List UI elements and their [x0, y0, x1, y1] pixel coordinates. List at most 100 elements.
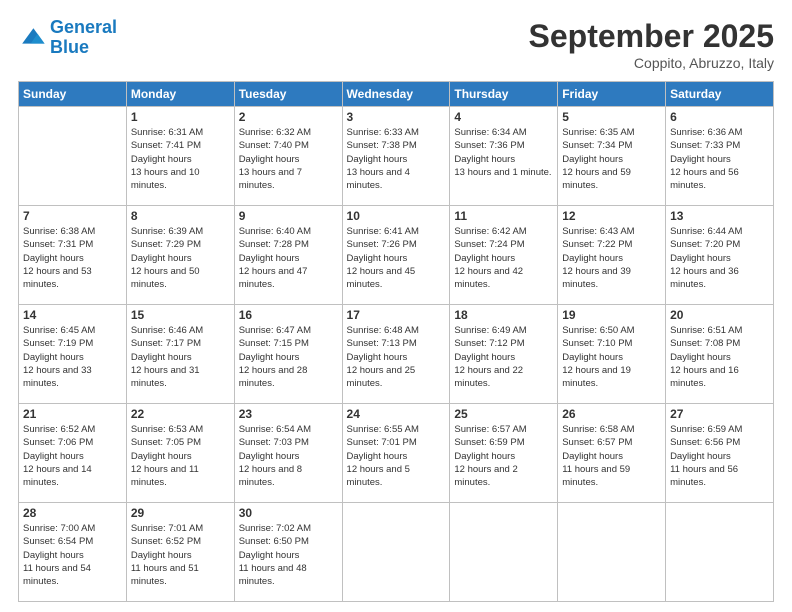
table-row: 7 Sunrise: 6:38 AMSunset: 7:31 PMDaylight…	[19, 206, 127, 305]
day-info: Sunrise: 6:53 AMSunset: 7:05 PMDaylight …	[131, 423, 230, 489]
day-number: 18	[454, 308, 553, 322]
table-row: 28 Sunrise: 7:00 AMSunset: 6:54 PMDayligh…	[19, 503, 127, 602]
table-row: 4 Sunrise: 6:34 AMSunset: 7:36 PMDaylight…	[450, 107, 558, 206]
day-number: 8	[131, 209, 230, 223]
day-info: Sunrise: 6:57 AMSunset: 6:59 PMDaylight …	[454, 423, 553, 489]
table-row	[19, 107, 127, 206]
day-info: Sunrise: 6:52 AMSunset: 7:06 PMDaylight …	[23, 423, 122, 489]
day-number: 12	[562, 209, 661, 223]
day-number: 15	[131, 308, 230, 322]
day-number: 14	[23, 308, 122, 322]
table-row: 1 Sunrise: 6:31 AMSunset: 7:41 PMDaylight…	[126, 107, 234, 206]
col-thursday: Thursday	[450, 82, 558, 107]
day-info: Sunrise: 6:41 AMSunset: 7:26 PMDaylight …	[347, 225, 446, 291]
table-row: 15 Sunrise: 6:46 AMSunset: 7:17 PMDayligh…	[126, 305, 234, 404]
day-number: 27	[670, 407, 769, 421]
table-row	[666, 503, 774, 602]
day-info: Sunrise: 6:34 AMSunset: 7:36 PMDaylight …	[454, 126, 553, 179]
logo-icon	[18, 24, 46, 52]
day-number: 9	[239, 209, 338, 223]
table-row: 8Sunrise: 6:39 AMSunset: 7:29 PMDaylight…	[126, 206, 234, 305]
table-row	[342, 503, 450, 602]
day-number: 21	[23, 407, 122, 421]
day-number: 1	[131, 110, 230, 124]
table-row: 12Sunrise: 6:43 AMSunset: 7:22 PMDayligh…	[558, 206, 666, 305]
table-row: 23 Sunrise: 6:54 AMSunset: 7:03 PMDayligh…	[234, 404, 342, 503]
calendar-week-2: 14 Sunrise: 6:45 AMSunset: 7:19 PMDayligh…	[19, 305, 774, 404]
day-info: Sunrise: 6:33 AMSunset: 7:38 PMDaylight …	[347, 126, 446, 192]
calendar-week-0: 1 Sunrise: 6:31 AMSunset: 7:41 PMDaylight…	[19, 107, 774, 206]
day-number: 4	[454, 110, 553, 124]
day-info: Sunrise: 6:38 AMSunset: 7:31 PMDaylight …	[23, 225, 122, 291]
logo: General Blue	[18, 18, 117, 58]
table-row: 21 Sunrise: 6:52 AMSunset: 7:06 PMDayligh…	[19, 404, 127, 503]
day-number: 20	[670, 308, 769, 322]
table-row: 24Sunrise: 6:55 AMSunset: 7:01 PMDayligh…	[342, 404, 450, 503]
day-number: 10	[347, 209, 446, 223]
day-info: Sunrise: 6:46 AMSunset: 7:17 PMDaylight …	[131, 324, 230, 390]
day-info: Sunrise: 6:36 AMSunset: 7:33 PMDaylight …	[670, 126, 769, 192]
day-number: 2	[239, 110, 338, 124]
table-row: 27 Sunrise: 6:59 AMSunset: 6:56 PMDayligh…	[666, 404, 774, 503]
day-number: 28	[23, 506, 122, 520]
day-info: Sunrise: 6:50 AMSunset: 7:10 PMDaylight …	[562, 324, 661, 390]
day-info: Sunrise: 7:02 AMSunset: 6:50 PMDaylight …	[239, 522, 338, 588]
day-number: 29	[131, 506, 230, 520]
day-info: Sunrise: 6:44 AMSunset: 7:20 PMDaylight …	[670, 225, 769, 291]
day-info: Sunrise: 6:48 AMSunset: 7:13 PMDaylight …	[347, 324, 446, 390]
table-row: 20 Sunrise: 6:51 AMSunset: 7:08 PMDayligh…	[666, 305, 774, 404]
table-row: 16 Sunrise: 6:47 AMSunset: 7:15 PMDayligh…	[234, 305, 342, 404]
table-row: 5Sunrise: 6:35 AMSunset: 7:34 PMDaylight…	[558, 107, 666, 206]
table-row: 22 Sunrise: 6:53 AMSunset: 7:05 PMDayligh…	[126, 404, 234, 503]
day-number: 6	[670, 110, 769, 124]
day-number: 13	[670, 209, 769, 223]
day-info: Sunrise: 6:45 AMSunset: 7:19 PMDaylight …	[23, 324, 122, 390]
day-number: 25	[454, 407, 553, 421]
table-row	[450, 503, 558, 602]
day-number: 5	[562, 110, 661, 124]
calendar-week-1: 7 Sunrise: 6:38 AMSunset: 7:31 PMDaylight…	[19, 206, 774, 305]
col-sunday: Sunday	[19, 82, 127, 107]
calendar-week-3: 21 Sunrise: 6:52 AMSunset: 7:06 PMDayligh…	[19, 404, 774, 503]
day-info: Sunrise: 6:59 AMSunset: 6:56 PMDaylight …	[670, 423, 769, 489]
day-number: 23	[239, 407, 338, 421]
logo-line2: Blue	[50, 37, 89, 57]
day-info: Sunrise: 7:01 AMSunset: 6:52 PMDaylight …	[131, 522, 230, 588]
calendar-header-row: Sunday Monday Tuesday Wednesday Thursday…	[19, 82, 774, 107]
day-info: Sunrise: 6:47 AMSunset: 7:15 PMDaylight …	[239, 324, 338, 390]
col-tuesday: Tuesday	[234, 82, 342, 107]
logo-text: General Blue	[50, 18, 117, 58]
col-friday: Friday	[558, 82, 666, 107]
calendar-body: 1 Sunrise: 6:31 AMSunset: 7:41 PMDaylight…	[19, 107, 774, 602]
table-row: 9 Sunrise: 6:40 AMSunset: 7:28 PMDaylight…	[234, 206, 342, 305]
table-row: 19Sunrise: 6:50 AMSunset: 7:10 PMDayligh…	[558, 305, 666, 404]
day-number: 11	[454, 209, 553, 223]
day-info: Sunrise: 6:31 AMSunset: 7:41 PMDaylight …	[131, 126, 230, 192]
day-number: 7	[23, 209, 122, 223]
day-number: 17	[347, 308, 446, 322]
table-row: 13 Sunrise: 6:44 AMSunset: 7:20 PMDayligh…	[666, 206, 774, 305]
table-row: 14 Sunrise: 6:45 AMSunset: 7:19 PMDayligh…	[19, 305, 127, 404]
table-row: 30Sunrise: 7:02 AMSunset: 6:50 PMDayligh…	[234, 503, 342, 602]
col-wednesday: Wednesday	[342, 82, 450, 107]
day-number: 22	[131, 407, 230, 421]
day-info: Sunrise: 6:32 AMSunset: 7:40 PMDaylight …	[239, 126, 338, 192]
table-row: 3 Sunrise: 6:33 AMSunset: 7:38 PMDaylight…	[342, 107, 450, 206]
table-row: 10 Sunrise: 6:41 AMSunset: 7:26 PMDayligh…	[342, 206, 450, 305]
col-saturday: Saturday	[666, 82, 774, 107]
day-info: Sunrise: 6:42 AMSunset: 7:24 PMDaylight …	[454, 225, 553, 291]
col-monday: Monday	[126, 82, 234, 107]
day-info: Sunrise: 6:40 AMSunset: 7:28 PMDaylight …	[239, 225, 338, 291]
title-block: September 2025 Coppito, Abruzzo, Italy	[529, 18, 774, 71]
location-subtitle: Coppito, Abruzzo, Italy	[529, 55, 774, 71]
day-number: 16	[239, 308, 338, 322]
day-info: Sunrise: 6:54 AMSunset: 7:03 PMDaylight …	[239, 423, 338, 489]
day-number: 3	[347, 110, 446, 124]
table-row: 2 Sunrise: 6:32 AMSunset: 7:40 PMDaylight…	[234, 107, 342, 206]
month-title: September 2025	[529, 18, 774, 55]
day-info: Sunrise: 6:51 AMSunset: 7:08 PMDaylight …	[670, 324, 769, 390]
table-row: 26Sunrise: 6:58 AMSunset: 6:57 PMDayligh…	[558, 404, 666, 503]
day-info: Sunrise: 7:00 AMSunset: 6:54 PMDaylight …	[23, 522, 122, 588]
logo-line1: General	[50, 17, 117, 37]
day-number: 26	[562, 407, 661, 421]
